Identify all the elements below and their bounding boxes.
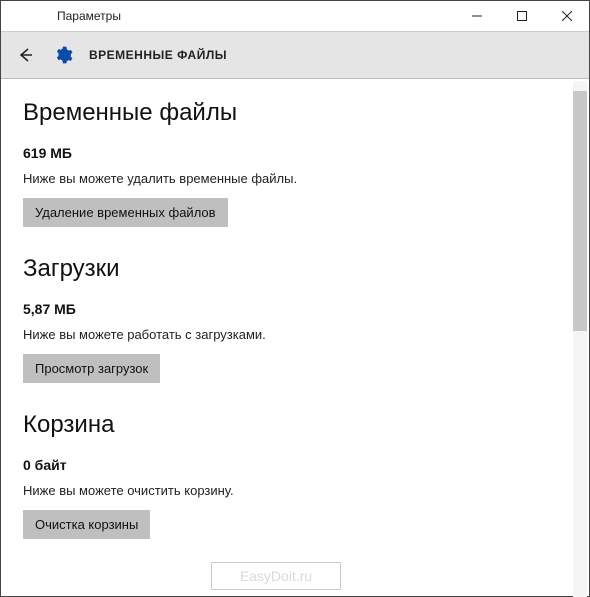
recycle-size: 0 байт [23,457,567,473]
window-title: Параметры [57,9,121,23]
downloads-size: 5,87 МБ [23,301,567,317]
content-wrap: Временные файлы 619 МБ Ниже вы можете уд… [1,79,589,596]
section-downloads: Загрузки 5,87 МБ Ниже вы можете работать… [23,255,567,383]
scrollbar-thumb[interactable] [573,91,587,331]
view-downloads-button[interactable]: Просмотр загрузок [23,354,160,383]
maximize-icon [517,11,527,21]
minimize-button[interactable] [454,1,499,31]
section-recycle: Корзина 0 байт Ниже вы можете очистить к… [23,411,567,539]
section-temp-files: Временные файлы 619 МБ Ниже вы можете уд… [23,99,567,227]
gear-icon [53,45,73,65]
section-title-recycle: Корзина [23,411,567,439]
close-button[interactable] [544,1,589,31]
section-title-temp: Временные файлы [23,99,567,127]
recycle-desc: Ниже вы можете очистить корзину. [23,483,567,498]
temp-desc: Ниже вы можете удалить временные файлы. [23,171,567,186]
close-icon [562,11,572,21]
header-bar: ВРЕМЕННЫЕ ФАЙЛЫ [1,31,589,79]
maximize-button[interactable] [499,1,544,31]
delete-temp-button[interactable]: Удаление временных файлов [23,198,228,227]
downloads-desc: Ниже вы можете работать с загрузками. [23,327,567,342]
page-title: ВРЕМЕННЫЕ ФАЙЛЫ [89,48,227,62]
watermark: EasyDoit.ru [211,562,341,590]
titlebar: Параметры [1,1,589,31]
settings-window: Параметры ВРЕМЕННЫЕ ФАЙЛЫ Временные файл… [0,0,590,597]
back-button[interactable] [13,43,37,67]
arrow-left-icon [16,46,34,64]
section-title-downloads: Загрузки [23,255,567,283]
window-controls [454,1,589,31]
temp-size: 619 МБ [23,145,567,161]
content-area: Временные файлы 619 МБ Ниже вы можете уд… [1,79,589,596]
scrollbar-track[interactable] [573,81,587,597]
minimize-icon [472,11,482,21]
empty-recycle-button[interactable]: Очистка корзины [23,510,150,539]
